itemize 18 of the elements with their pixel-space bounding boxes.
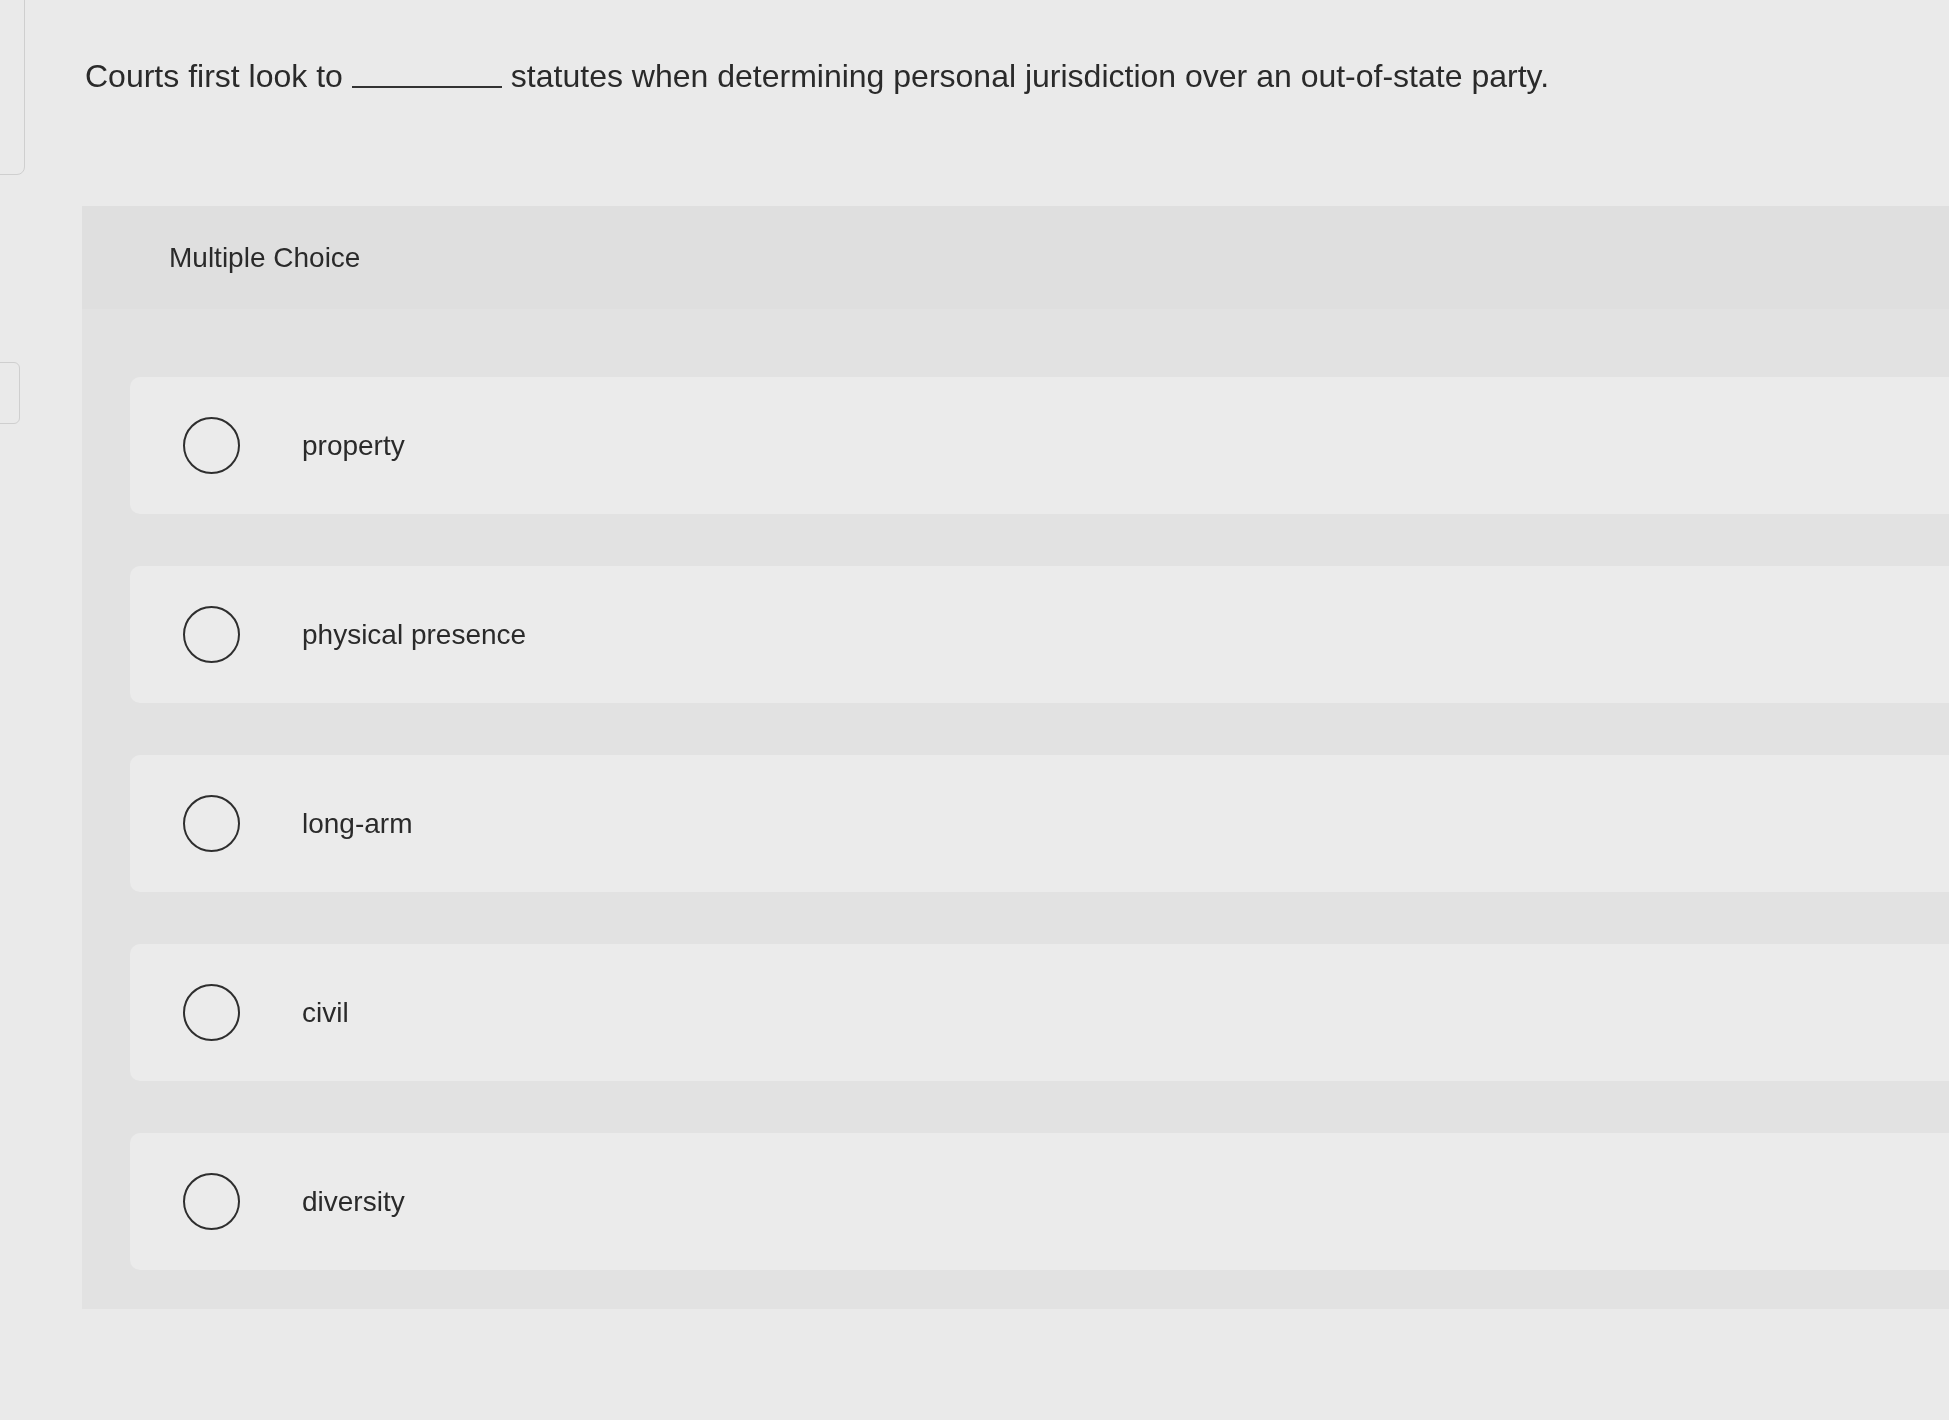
radio-button[interactable] bbox=[183, 984, 240, 1041]
answer-option[interactable]: property bbox=[130, 377, 1949, 514]
option-label: property bbox=[302, 428, 405, 463]
radio-button[interactable] bbox=[183, 417, 240, 474]
question-text: statutes when determining personal jurisdiction over an out-of-state party. bbox=[510, 57, 1550, 96]
radio-button[interactable] bbox=[183, 1173, 240, 1230]
radio-button[interactable] bbox=[183, 606, 240, 663]
option-label: diversity bbox=[302, 1184, 405, 1219]
answer-option[interactable]: civil bbox=[130, 944, 1949, 1081]
option-label: long-arm bbox=[302, 806, 413, 841]
answer-option[interactable]: diversity bbox=[130, 1133, 1949, 1270]
panel-title: Multiple Choice bbox=[169, 240, 361, 275]
answer-option[interactable]: long-arm bbox=[130, 755, 1949, 892]
option-label: physical presence bbox=[302, 617, 527, 652]
question-text: Courts first look to bbox=[85, 57, 343, 96]
option-label: civil bbox=[302, 995, 349, 1030]
radio-button[interactable] bbox=[183, 795, 240, 852]
answer-option[interactable]: physical presence bbox=[130, 566, 1949, 703]
